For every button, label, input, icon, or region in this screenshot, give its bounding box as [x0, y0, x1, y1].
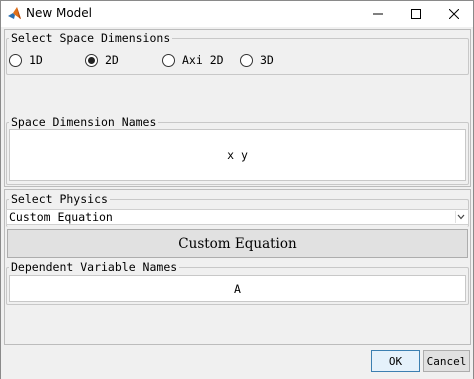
ok-button-label: OK — [388, 354, 403, 368]
radio-axi-2d[interactable]: Axi 2D — [162, 53, 224, 67]
space-dimensions-legend: Select Space Dimensions — [11, 31, 171, 45]
minimize-icon — [373, 13, 383, 15]
dependent-variables-legend: Dependent Variable Names — [11, 260, 178, 274]
close-icon — [449, 9, 459, 19]
dependent-variables-value: A — [234, 281, 241, 296]
ok-button[interactable]: OK — [371, 350, 420, 372]
radio-label-1d: 1D — [29, 53, 43, 67]
dimension-names-value: x y — [227, 148, 248, 162]
physics-select-value: Custom Equation — [9, 210, 113, 224]
custom-equation-button[interactable]: Custom Equation — [7, 229, 468, 258]
title-bar: New Model — [1, 1, 473, 27]
cancel-button[interactable]: Cancel — [423, 350, 470, 372]
custom-equation-button-label: Custom Equation — [178, 235, 297, 252]
radio-circle-3d — [240, 53, 253, 67]
physics-select[interactable]: Custom Equation — [6, 209, 469, 225]
radio-2d[interactable]: 2D — [85, 53, 119, 67]
space-dimensions-group: Select Space Dimensions — [6, 31, 469, 75]
radio-label-2d: 2D — [105, 53, 119, 67]
radio-1d[interactable]: 1D — [9, 53, 43, 67]
radio-circle-1d — [9, 53, 22, 67]
radio-circle-axi-2d — [162, 53, 175, 67]
close-button[interactable] — [431, 1, 474, 27]
radio-label-axi-2d: Axi 2D — [182, 53, 224, 67]
maximize-icon — [411, 9, 421, 19]
matlab-icon — [8, 7, 21, 19]
chevron-down-icon — [455, 211, 466, 223]
window-title: New Model — [26, 6, 93, 20]
new-model-dialog: New Model Select Space Dimensions 1D 2D … — [0, 0, 474, 379]
radio-circle-2d — [85, 53, 98, 67]
physics-legend: Select Physics — [11, 192, 108, 206]
dimension-names-legend: Space Dimension Names — [11, 115, 157, 129]
radio-3d[interactable]: 3D — [240, 53, 274, 67]
radio-label-3d: 3D — [260, 53, 274, 67]
cancel-button-label: Cancel — [426, 354, 467, 368]
dimension-names-field[interactable]: x y — [9, 129, 466, 181]
dependent-variables-field[interactable]: A — [9, 275, 466, 302]
